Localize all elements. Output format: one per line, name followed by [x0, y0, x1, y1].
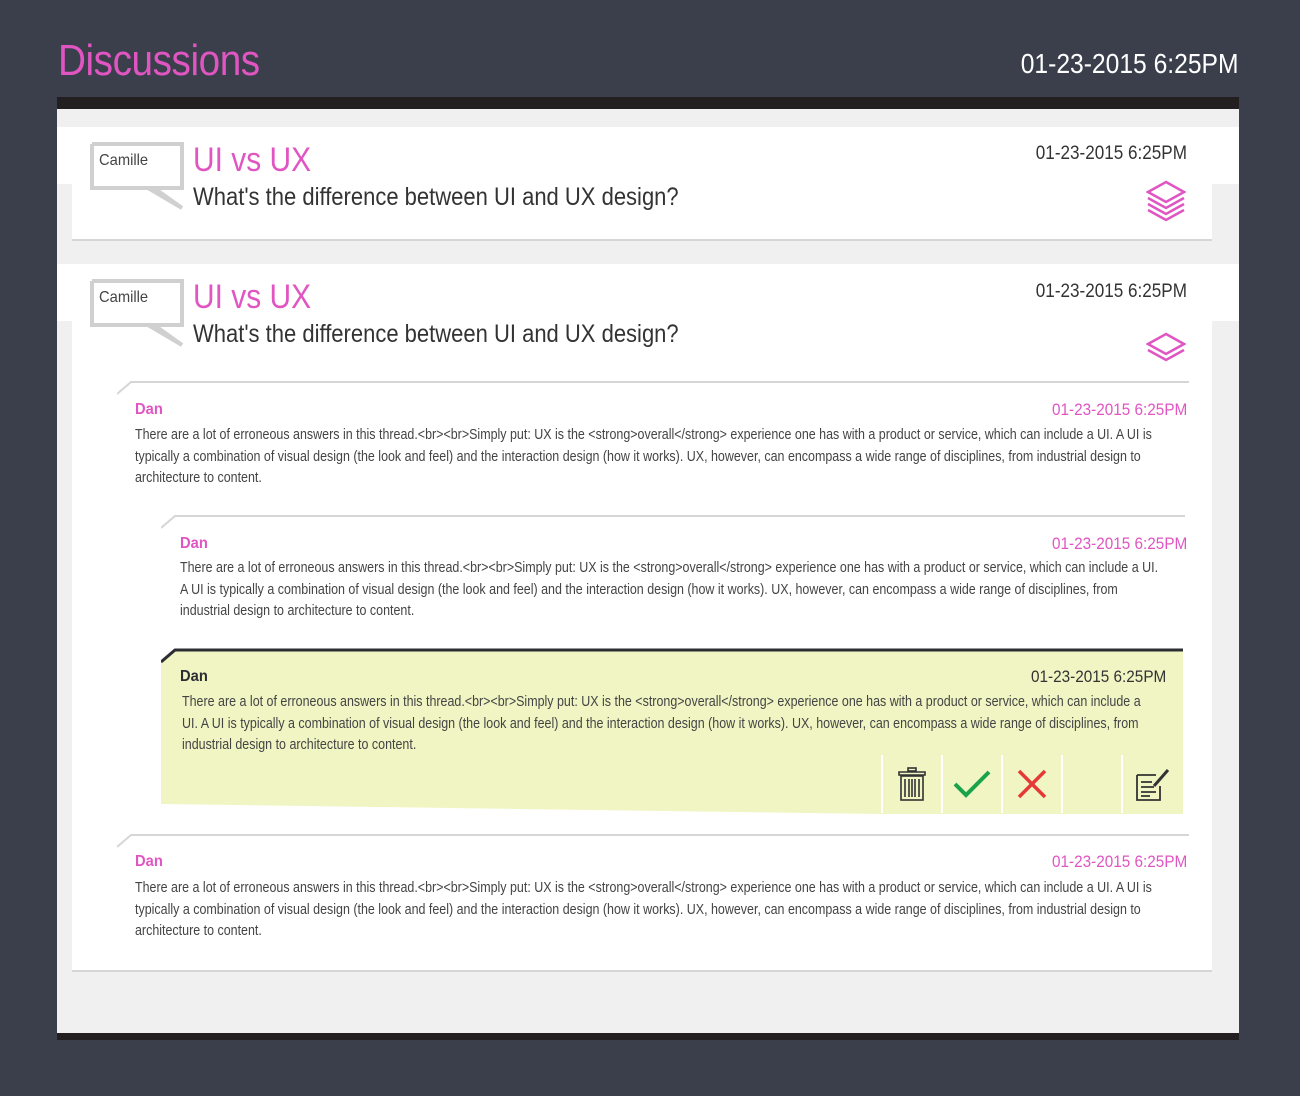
- reply-timestamp: 01-23-2015 6:25PM: [1051, 534, 1187, 553]
- thread-question: What's the difference between UI and UX …: [193, 183, 679, 211]
- reply-author[interactable]: Dan: [180, 535, 208, 553]
- header-timestamp: 01-23-2015 6:25PM: [1021, 48, 1239, 79]
- reject-button[interactable]: [1001, 755, 1061, 813]
- approve-button[interactable]: [941, 755, 1001, 813]
- close-icon: [1017, 769, 1047, 799]
- thread-author: Camille: [99, 289, 149, 306]
- layers-collapse-icon[interactable]: [1146, 332, 1186, 362]
- thread-author: Camille: [99, 152, 149, 169]
- reply-timestamp: 01-23-2015 6:25PM: [1051, 852, 1187, 871]
- reply-divider: [117, 834, 1189, 848]
- reply-timestamp: 01-23-2015 6:25PM: [1051, 400, 1187, 419]
- reply-body: There are a lot of erroneous answers in …: [180, 560, 1159, 619]
- trash-icon: [898, 767, 926, 801]
- thread-card[interactable]: Camille UI vs UX What's the difference b…: [57, 127, 1239, 241]
- selected-reply-body: There are a lot of erroneous answers in …: [182, 694, 1141, 753]
- thread-timestamp: 01-23-2015 6:25PM: [1035, 281, 1187, 302]
- selected-reply-timestamp: 01-23-2015 6:25PM: [1030, 667, 1166, 686]
- discussions-panel: Camille UI vs UX What's the difference b…: [57, 97, 1239, 1040]
- reply-divider: [117, 381, 1189, 395]
- thread-card-expanded: Camille UI vs UX What's the difference b…: [57, 264, 1239, 972]
- reply-action-bar: [881, 755, 1181, 813]
- thread-timestamp: 01-23-2015 6:25PM: [1035, 143, 1187, 164]
- reply-author[interactable]: Dan: [135, 401, 163, 419]
- thread-title[interactable]: UI vs UX: [193, 141, 311, 180]
- reply-body: There are a lot of erroneous answers in …: [135, 427, 1152, 486]
- selected-reply-author[interactable]: Dan: [180, 668, 208, 686]
- empty-action-slot: [1061, 755, 1121, 813]
- reply-author[interactable]: Dan: [135, 853, 163, 871]
- check-icon: [953, 770, 991, 798]
- thread-title[interactable]: UI vs UX: [193, 278, 311, 317]
- layers-icon[interactable]: [1146, 180, 1186, 224]
- delete-button[interactable]: [881, 755, 941, 813]
- edit-icon: [1136, 769, 1170, 801]
- thread-question: What's the difference between UI and UX …: [193, 320, 679, 348]
- page-title: Discussions: [58, 36, 260, 85]
- reply-divider: [161, 515, 1185, 529]
- reply-body: There are a lot of erroneous answers in …: [135, 880, 1152, 939]
- edit-button[interactable]: [1121, 755, 1181, 813]
